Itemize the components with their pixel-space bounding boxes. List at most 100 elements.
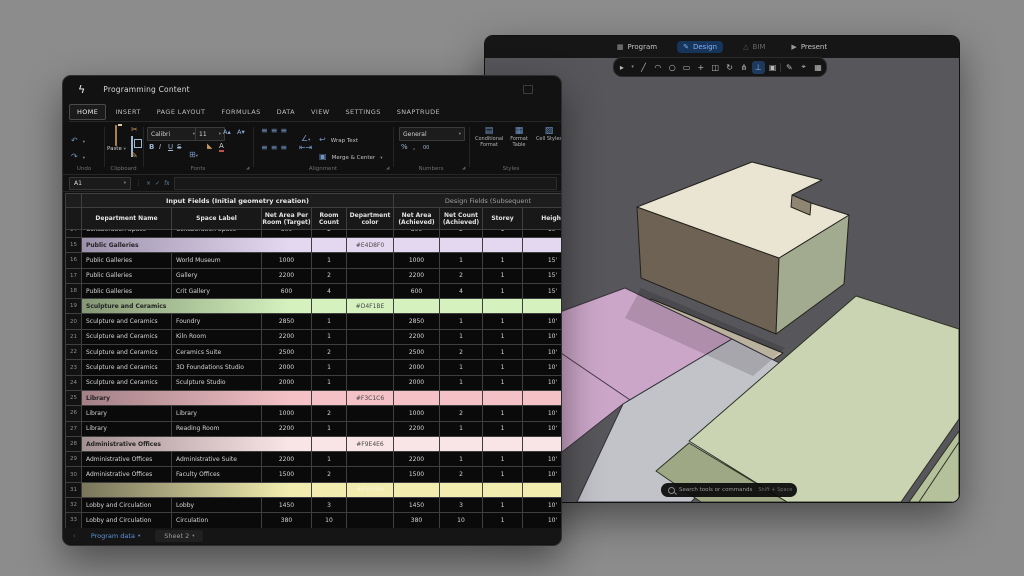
table-cell[interactable] — [347, 345, 394, 360]
table-cell[interactable]: 2 — [440, 345, 483, 360]
row-number[interactable]: 25 — [66, 391, 82, 406]
font-size-select[interactable]: 11▾ — [195, 127, 225, 141]
table-cell[interactable]: 2000 — [394, 376, 440, 391]
table-cell[interactable]: 1 — [483, 422, 523, 437]
row-number[interactable]: 28 — [66, 437, 82, 452]
table-cell[interactable]: Lobby and Circulation — [82, 498, 172, 513]
table-cell[interactable]: 1500 — [394, 467, 440, 482]
comma-button[interactable]: , — [413, 143, 415, 151]
ribbon-tab-home[interactable]: HOME — [69, 104, 106, 120]
table-cell[interactable] — [312, 437, 347, 452]
table-cell[interactable]: 1 — [440, 452, 483, 467]
ribbon-tab-page-layout[interactable]: PAGE LAYOUT — [150, 105, 213, 119]
table-cell[interactable]: 10' — [523, 513, 562, 528]
table-cell[interactable]: 1 — [483, 376, 523, 391]
table-cell[interactable]: 1 — [483, 360, 523, 375]
table-cell[interactable] — [483, 299, 523, 314]
table-cell[interactable]: 15' — [523, 269, 562, 284]
table-cell[interactable]: Kiln Room — [172, 330, 262, 345]
table-cell[interactable]: 10' — [523, 345, 562, 360]
table-cell[interactable]: 1 — [312, 422, 347, 437]
row-number[interactable]: 15 — [66, 238, 82, 253]
ribbon-tab-view[interactable]: VIEW — [304, 105, 337, 119]
table-cell[interactable]: 3 — [312, 498, 347, 513]
table-cell[interactable]: Sculpture and Ceramics — [82, 314, 172, 329]
table-cell[interactable]: 1 — [483, 253, 523, 268]
table-cell[interactable]: 15' — [523, 284, 562, 299]
rotate-tool[interactable]: ↻ — [723, 61, 736, 74]
table-cell[interactable] — [440, 299, 483, 314]
table-cell[interactable]: 2 — [312, 345, 347, 360]
table-cell[interactable] — [523, 238, 562, 253]
table-cell[interactable]: 1 — [440, 253, 483, 268]
table-cell[interactable]: 10' — [523, 376, 562, 391]
table-cell[interactable]: 2 — [312, 269, 347, 284]
table-cell[interactable]: Public Galleries — [82, 284, 172, 299]
row-number[interactable]: 19 — [66, 299, 82, 314]
table-cell[interactable]: 2000 — [262, 376, 312, 391]
table-cell[interactable]: 10 — [440, 513, 483, 528]
department-name-cell[interactable]: Sculpture and Ceramics — [82, 299, 312, 314]
offset-tool[interactable]: ◫ — [709, 61, 722, 74]
table-cell[interactable]: 1 — [312, 253, 347, 268]
ribbon-tab-formulas[interactable]: FORMULAS — [214, 105, 267, 119]
column-tool[interactable]: ⊥ — [752, 61, 765, 74]
table-cell[interactable]: 10' — [523, 452, 562, 467]
table-cell[interactable]: 800 — [394, 230, 440, 238]
ribbon-tab-insert[interactable]: INSERT — [108, 105, 147, 119]
grow-font-button[interactable]: A▴ — [223, 128, 231, 136]
table-cell[interactable]: 1 — [440, 314, 483, 329]
move-tool[interactable]: + — [694, 61, 707, 74]
views-tool[interactable]: ▦ — [812, 61, 825, 74]
department-name-cell[interactable] — [82, 483, 312, 498]
table-cell[interactable]: 1 — [483, 406, 523, 421]
department-name-cell[interactable]: Library — [82, 391, 312, 406]
shrink-font-button[interactable]: A▾ — [237, 128, 245, 136]
table-cell[interactable] — [483, 437, 523, 452]
table-cell[interactable]: 2 — [312, 230, 347, 238]
table-cell[interactable]: 2 — [312, 406, 347, 421]
table-cell[interactable]: 10' — [523, 422, 562, 437]
row-number[interactable]: 31 — [66, 483, 82, 498]
table-cell[interactable] — [347, 376, 394, 391]
table-cell[interactable]: 2500 — [262, 345, 312, 360]
table-cell[interactable] — [440, 437, 483, 452]
popout-icon[interactable] — [523, 85, 533, 94]
table-cell[interactable]: Sculpture and Ceramics — [82, 360, 172, 375]
table-cell[interactable]: 1 — [312, 360, 347, 375]
table-cell[interactable]: 600 — [262, 284, 312, 299]
table-cell[interactable]: 10' — [523, 498, 562, 513]
department-color-cell[interactable]: #E4D8F0 — [347, 238, 394, 253]
table-cell[interactable]: Ceramics Suite — [172, 345, 262, 360]
table-cell[interactable] — [347, 422, 394, 437]
table-cell[interactable] — [394, 391, 440, 406]
row-number[interactable]: 33 — [66, 513, 82, 528]
select-tool-caret[interactable]: ▾ — [630, 61, 636, 74]
table-cell[interactable]: Lobby and Circulation — [82, 513, 172, 528]
column-header-2[interactable]: Space Label — [172, 208, 262, 230]
row-number[interactable]: 29 — [66, 452, 82, 467]
table-cell[interactable]: 1500 — [262, 467, 312, 482]
table-cell[interactable]: 2200 — [394, 452, 440, 467]
table-cell[interactable]: Collaboration Space — [82, 230, 172, 238]
table-cell[interactable]: 2000 — [262, 360, 312, 375]
table-cell[interactable]: 1000 — [394, 406, 440, 421]
table-cell[interactable] — [394, 483, 440, 498]
department-color-cell[interactable]: #F9E4E6 — [347, 437, 394, 452]
font-color-button[interactable]: A — [219, 142, 224, 152]
format-painter-button[interactable]: ✎ — [131, 151, 138, 161]
table-cell[interactable]: 1 — [312, 314, 347, 329]
mode-tab-design[interactable]: ✎Design — [677, 41, 723, 53]
table-cell[interactable]: Sculpture Studio — [172, 376, 262, 391]
table-cell[interactable] — [347, 314, 394, 329]
table-cell[interactable]: Library — [82, 406, 172, 421]
borders-button[interactable]: ⊞▾ — [189, 142, 198, 161]
table-cell[interactable]: 1 — [440, 360, 483, 375]
format-table-button[interactable]: ▦Format Table — [505, 126, 533, 148]
table-cell[interactable]: 1 — [312, 330, 347, 345]
table-cell[interactable]: 2850 — [262, 314, 312, 329]
table-cell[interactable] — [523, 391, 562, 406]
table-cell[interactable]: 1 — [312, 452, 347, 467]
table-cell[interactable] — [347, 452, 394, 467]
cut-button[interactable]: ✂ — [131, 125, 138, 135]
